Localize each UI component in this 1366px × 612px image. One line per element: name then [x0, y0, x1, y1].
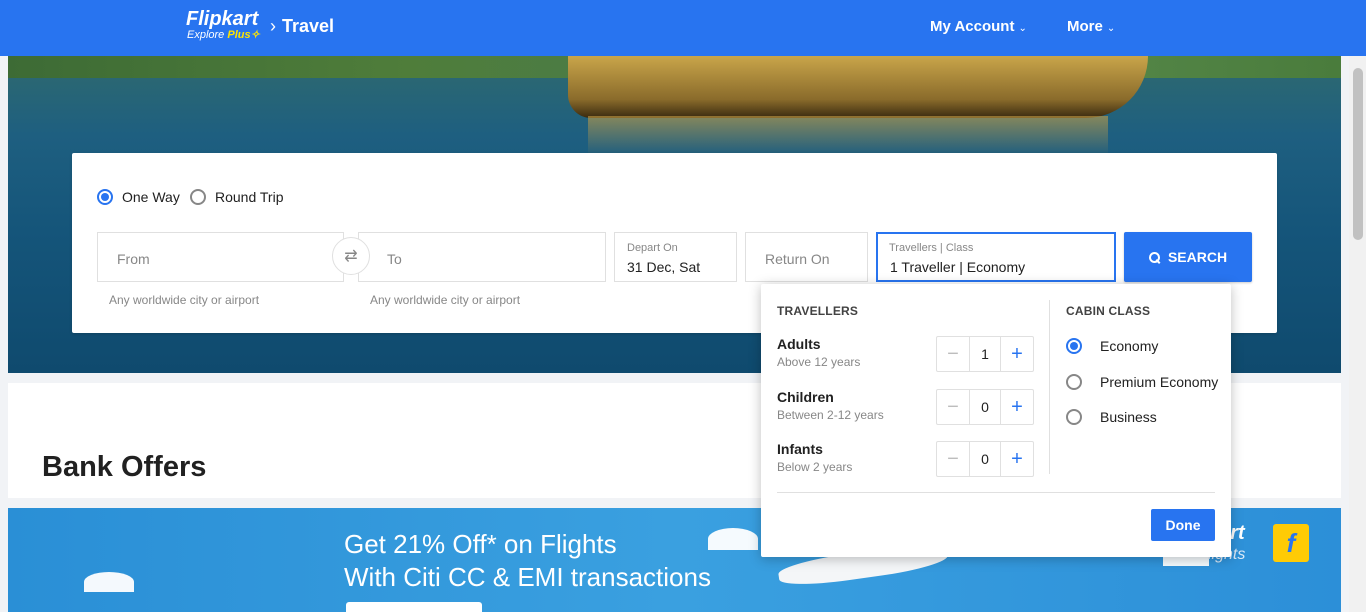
- trip-one-way[interactable]: One Way: [97, 189, 180, 205]
- brand-name: Flipkart: [186, 8, 259, 30]
- travellers-value: 1 Traveller | Economy: [890, 259, 1026, 275]
- depart-date-field[interactable]: Depart On 31 Dec, Sat: [614, 232, 737, 282]
- plus-icon: ✧: [250, 29, 260, 41]
- chevron-down-icon: ⌄: [1018, 23, 1027, 34]
- flipkart-bag-logo-icon: f: [1273, 524, 1309, 562]
- breadcrumb: › Travel: [270, 16, 334, 37]
- travellers-heading: TRAVELLERS: [777, 304, 859, 318]
- scrollbar-thumb[interactable]: [1353, 68, 1363, 240]
- children-stepper: − 0 +: [936, 389, 1034, 425]
- my-account-menu[interactable]: My Account ⌄: [930, 18, 1027, 35]
- footer-divider: [777, 492, 1215, 493]
- plus-label: Plus: [227, 29, 251, 41]
- depart-value: 31 Dec, Sat: [627, 259, 701, 275]
- chevron-down-icon: ⌄: [1106, 23, 1116, 34]
- banner-headline: Get 21% Off* on Flights: [344, 529, 617, 559]
- plus-icon[interactable]: +: [1001, 442, 1033, 476]
- brand-tagline: Explore Plus✧: [187, 29, 260, 41]
- travellers-label: Travellers | Class: [889, 242, 974, 254]
- infants-count: 0: [969, 442, 1001, 476]
- children-count: 0: [969, 390, 1001, 424]
- search-icon: [1148, 251, 1160, 263]
- cabin-option-business[interactable]: Business: [1066, 409, 1157, 425]
- hero-houseboat: [568, 56, 1148, 118]
- minus-icon[interactable]: −: [937, 390, 969, 424]
- passenger-age: Above 12 years: [777, 355, 861, 369]
- to-input[interactable]: To: [358, 232, 606, 282]
- return-date-field[interactable]: Return On: [745, 232, 868, 282]
- cabin-option-economy[interactable]: Economy: [1066, 338, 1158, 354]
- radio-unselected-icon[interactable]: [1066, 409, 1082, 425]
- bank-offers-title: Bank Offers: [42, 451, 207, 483]
- return-placeholder: Return On: [765, 251, 830, 267]
- radio-unselected-icon[interactable]: [1066, 374, 1082, 390]
- depart-label: Depart On: [627, 242, 678, 254]
- banner-subline: With Citi CC & EMI transactions: [344, 562, 711, 592]
- to-hint: Any worldwide city or airport: [370, 293, 521, 307]
- more-menu[interactable]: More ⌄: [1067, 18, 1115, 35]
- radio-selected-icon[interactable]: [1066, 338, 1082, 354]
- plus-icon[interactable]: +: [1001, 337, 1033, 371]
- plus-icon[interactable]: +: [1001, 390, 1033, 424]
- cloud-decoration: [84, 572, 134, 592]
- swap-arrows-icon: ⇄: [344, 248, 358, 265]
- infants-stepper: − 0 +: [936, 441, 1034, 477]
- passenger-type: Infants: [777, 441, 823, 457]
- adults-stepper: − 1 +: [936, 336, 1034, 372]
- travellers-dropdown: TRAVELLERS CABIN CLASS Adults Above 12 y…: [761, 284, 1231, 557]
- radio-selected-icon[interactable]: [97, 189, 113, 205]
- from-input[interactable]: From: [97, 232, 344, 282]
- passenger-type: Children: [777, 389, 834, 405]
- radio-unselected-icon[interactable]: [190, 189, 206, 205]
- cabin-class-heading: CABIN CLASS: [1066, 304, 1151, 318]
- to-placeholder: To: [387, 251, 402, 267]
- passenger-row-children: Children Between 2-12 years − 0 +: [777, 389, 1034, 425]
- page-scrollbar[interactable]: [1349, 56, 1366, 612]
- passenger-age: Below 2 years: [777, 460, 853, 474]
- passenger-type: Adults: [777, 336, 821, 352]
- hero-reflection: [588, 116, 1108, 156]
- done-button[interactable]: Done: [1151, 509, 1215, 541]
- trip-round-trip[interactable]: Round Trip: [190, 189, 283, 205]
- minus-icon[interactable]: −: [937, 442, 969, 476]
- swap-cities-button[interactable]: ⇄: [332, 237, 370, 275]
- cabin-option-premium-economy[interactable]: Premium Economy: [1066, 374, 1218, 390]
- passenger-row-infants: Infants Below 2 years − 0 +: [777, 441, 1034, 477]
- flipkart-logo[interactable]: Flipkart Explore Plus✧: [186, 9, 260, 41]
- adults-count: 1: [969, 337, 1001, 371]
- from-hint: Any worldwide city or airport: [109, 293, 260, 307]
- minus-icon[interactable]: −: [937, 337, 969, 371]
- travellers-class-field[interactable]: Travellers | Class 1 Traveller | Economy: [876, 232, 1116, 282]
- from-placeholder: From: [117, 251, 150, 267]
- search-button[interactable]: SEARCH: [1124, 232, 1252, 282]
- passenger-age: Between 2-12 years: [777, 408, 884, 422]
- chevron-right-icon: ›: [270, 16, 276, 36]
- passenger-row-adults: Adults Above 12 years − 1 +: [777, 336, 1034, 372]
- banner-cta-button[interactable]: [346, 602, 482, 612]
- top-header: Flipkart Explore Plus✧ › Travel My Accoun…: [0, 0, 1366, 56]
- breadcrumb-travel[interactable]: Travel: [282, 16, 334, 36]
- column-divider: [1049, 300, 1050, 474]
- cloud-decoration: [708, 528, 758, 550]
